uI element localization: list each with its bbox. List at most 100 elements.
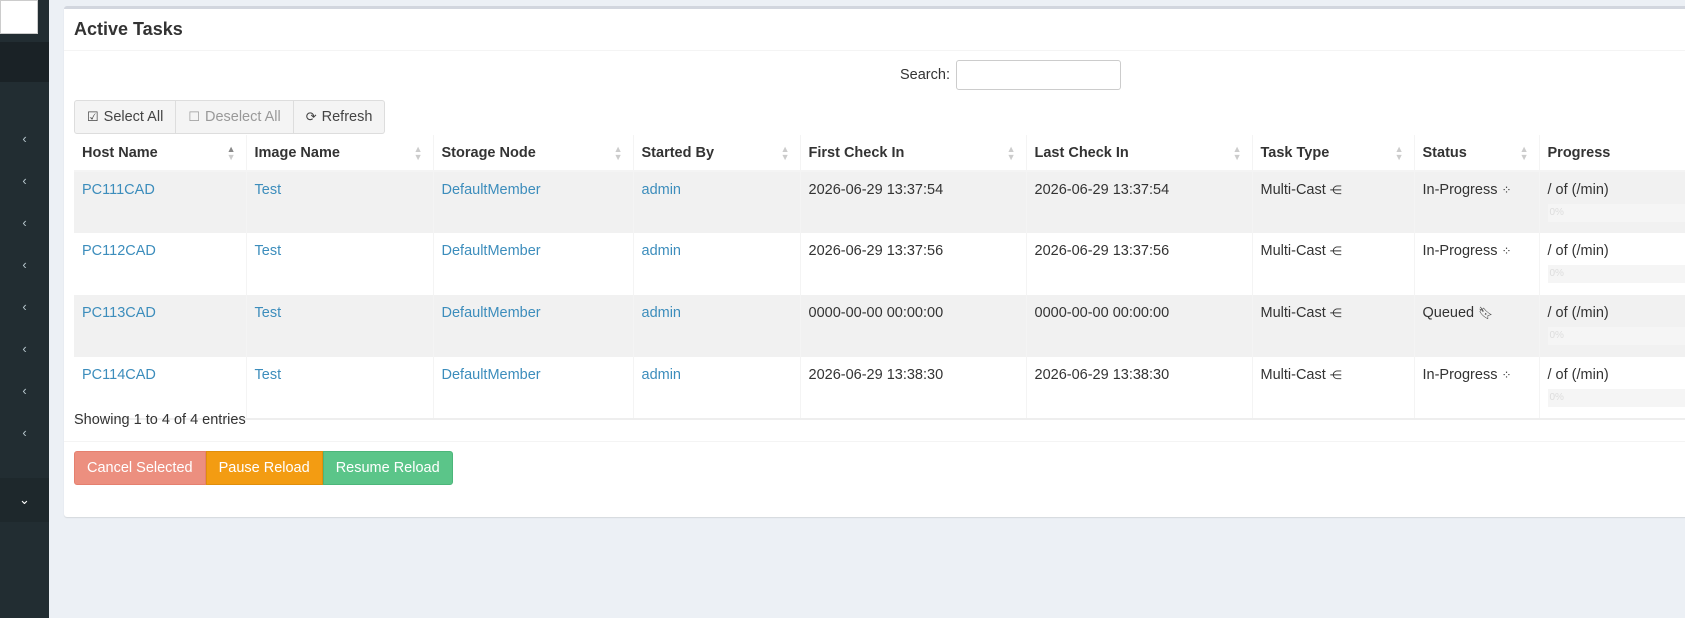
storage-link[interactable]: DefaultMember — [442, 305, 541, 321]
col-started-by[interactable]: Started By ▲ ▼ — [633, 135, 801, 172]
user-link[interactable]: admin — [642, 367, 682, 383]
sort-icon: ▲ ▼ — [613, 144, 623, 162]
sidebar-item-1[interactable]: ‹ — [0, 116, 49, 160]
refresh-icon: ⟳ — [305, 109, 317, 124]
user-link[interactable]: admin — [642, 182, 682, 198]
cell-last-check-in: 2026-06-29 13:38:30 — [1026, 357, 1253, 420]
host-link[interactable]: PC112CAD — [82, 243, 156, 259]
page-title: Active Tasks — [74, 19, 183, 39]
cell-started-by: admin — [633, 357, 801, 420]
image-link[interactable]: Test — [255, 367, 282, 383]
col-status[interactable]: Status ▲ ▼ — [1414, 135, 1540, 172]
chevron-left-icon: ‹ — [22, 130, 27, 146]
user-link[interactable]: admin — [642, 243, 682, 259]
col-task-type[interactable]: Task Type ▲ ▼ — [1252, 135, 1415, 172]
col-image-name[interactable]: Image Name ▲ ▼ — [246, 135, 434, 172]
table-row[interactable]: PC112CAD Test DefaultMember admin 2026-06-29… — [74, 233, 1685, 295]
cell-last-check-in: 0000-00-00 00:00:00 — [1026, 295, 1253, 357]
col-last-check-in[interactable]: Last Check In ▲ ▼ — [1026, 135, 1253, 172]
cell-progress: / of (/min) 0% — [1539, 171, 1685, 233]
sidebar-item-2[interactable]: ‹ — [0, 158, 49, 202]
cell-first-check-in: 2026-06-29 13:37:56 — [800, 233, 1027, 295]
cell-first-check-in: 2026-06-29 13:37:54 — [800, 171, 1027, 233]
host-link[interactable]: PC111CAD — [82, 182, 155, 198]
search-label: Search: — [900, 67, 950, 83]
cell-storage: DefaultMember — [433, 171, 634, 233]
storage-link[interactable]: DefaultMember — [442, 243, 541, 259]
chevron-left-icon: ‹ — [22, 382, 27, 398]
sidebar-item-8[interactable]: ‹ — [0, 410, 49, 454]
select-all-button[interactable]: ☑ Select All — [74, 100, 177, 134]
cell-started-by: admin — [633, 171, 801, 233]
resume-reload-button[interactable]: Resume Reload — [322, 451, 453, 485]
cell-status: In-Progress ⁘ — [1414, 233, 1540, 295]
image-link[interactable]: Test — [255, 182, 282, 198]
cancel-selected-button[interactable]: Cancel Selected — [74, 451, 206, 485]
pause-reload-button[interactable]: Pause Reload — [205, 451, 323, 485]
sort-icon: ▲ ▼ — [1006, 144, 1016, 162]
cell-host: PC111CAD — [74, 171, 247, 233]
cell-progress: / of (/min) 0% — [1539, 295, 1685, 357]
table-row[interactable]: PC113CAD Test DefaultMember admin 0000-00-00… — [74, 295, 1685, 357]
host-link[interactable]: PC113CAD — [82, 305, 156, 321]
cell-last-check-in: 2026-06-29 13:37:56 — [1026, 233, 1253, 295]
col-progress[interactable]: Progress▲▼ — [1539, 135, 1685, 172]
chevron-left-icon: ‹ — [22, 340, 27, 356]
cell-image: Test — [246, 233, 434, 295]
table-header-row: Host Name ▲ ▼ Image Name ▲ ▼ Storage Node ▲ ▼ … — [74, 135, 1685, 172]
sidebar-item-active[interactable]: ⌄ — [0, 478, 49, 522]
deselect-all-label: Deselect All — [204, 109, 281, 125]
selection-toolbar: ☑ Select All ☐ Deselect All ⟳ Refresh — [74, 100, 386, 134]
spinner-icon: ⁘ — [1501, 244, 1512, 258]
deselect-all-button[interactable]: ☐ Deselect All — [176, 100, 294, 134]
progress-bar: 0% — [1547, 204, 1685, 222]
check-square-icon: ☑ — [87, 109, 99, 124]
sort-icon: ▲ ▼ — [413, 144, 423, 162]
cell-last-check-in: 2026-06-29 13:37:54 — [1026, 171, 1253, 233]
sidebar-header — [0, 42, 49, 82]
cell-task-type: Multi-Cast ⋲ — [1252, 171, 1415, 233]
image-link[interactable]: Test — [255, 243, 282, 259]
sidebar-search-box[interactable] — [0, 0, 38, 34]
cell-status: In-Progress ⁘ — [1414, 357, 1540, 420]
sidebar-item-7[interactable]: ‹ — [0, 368, 49, 412]
refresh-button[interactable]: ⟳ Refresh — [293, 100, 386, 134]
table-row[interactable]: PC111CAD Test DefaultMember admin 2026-06-29… — [74, 171, 1685, 233]
image-link[interactable]: Test — [255, 305, 282, 321]
cell-started-by: admin — [633, 295, 801, 357]
sort-icon: ▲ ▼ — [1519, 144, 1529, 162]
sidebar-item-4[interactable]: ‹ — [0, 242, 49, 286]
sort-icon: ▲ ▼ — [1394, 144, 1404, 162]
storage-link[interactable]: DefaultMember — [442, 182, 541, 198]
table-info: Showing 1 to 4 of 4 entries — [74, 412, 246, 428]
col-storage-node[interactable]: Storage Node ▲ ▼ — [433, 135, 634, 172]
host-link[interactable]: PC114CAD — [82, 367, 156, 383]
sidebar-item-3[interactable]: ‹ — [0, 200, 49, 244]
cell-storage: DefaultMember — [433, 295, 634, 357]
cell-task-type: Multi-Cast ⋲ — [1252, 295, 1415, 357]
active-tasks-box: Active Tasks Search: ☑ Select All ☐ Dese… — [64, 6, 1685, 517]
action-buttons: Cancel Selected Pause Reload Resume Relo… — [74, 451, 453, 485]
col-first-check-in[interactable]: First Check In ▲ ▼ — [800, 135, 1027, 172]
sidebar-item-5[interactable]: ‹ — [0, 284, 49, 328]
tasks-table: Host Name ▲ ▼ Image Name ▲ ▼ Storage Node ▲ ▼ … — [74, 135, 1685, 420]
search-area: Search: — [900, 60, 1121, 90]
progress-bar: 0% — [1547, 265, 1685, 283]
cell-storage: DefaultMember — [433, 357, 634, 420]
storage-link[interactable]: DefaultMember — [442, 367, 541, 383]
cell-image: Test — [246, 357, 434, 420]
cell-started-by: admin — [633, 233, 801, 295]
chevron-left-icon: ‹ — [22, 424, 27, 440]
sidebar-item-6[interactable]: ‹ — [0, 326, 49, 370]
col-host-name[interactable]: Host Name ▲ ▼ — [74, 135, 247, 172]
cell-first-check-in: 2026-06-29 13:38:30 — [800, 357, 1027, 420]
square-icon: ☐ — [188, 109, 200, 124]
table-row[interactable]: PC114CAD Test DefaultMember admin 2026-06-29… — [74, 357, 1685, 420]
user-link[interactable]: admin — [642, 305, 682, 321]
cell-image: Test — [246, 295, 434, 357]
search-input[interactable] — [955, 60, 1121, 90]
share-icon: ⋲ — [1329, 368, 1342, 382]
cell-storage: DefaultMember — [433, 233, 634, 295]
share-icon: ⋲ — [1329, 306, 1342, 320]
select-all-label: Select All — [103, 109, 164, 125]
